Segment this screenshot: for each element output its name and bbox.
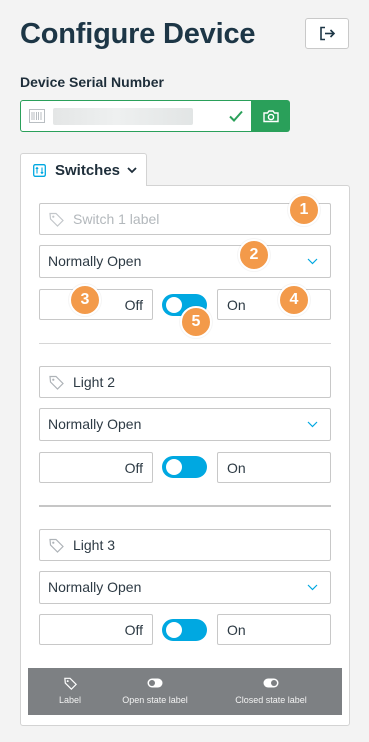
closed-state-input[interactable]: On [217,452,331,483]
legend-bar: Label Open state label Closed state labe… [28,668,342,715]
switch-label-value: Light 2 [73,374,116,390]
logout-icon [319,26,335,41]
legend-closed-state-text: Closed state label [235,695,307,705]
divider [39,343,331,344]
state-toggle[interactable] [162,456,207,478]
open-state-input[interactable]: Off [39,614,153,645]
switch-label-placeholder: Switch 1 label [73,211,160,227]
switch-mode-select[interactable]: Normally Open [39,571,331,604]
closed-state-value: On [227,460,246,476]
legend-item-closed-state: Closed state label [225,668,317,715]
legend-label-text: Label [58,695,82,705]
open-state-value: Off [124,622,143,638]
chevron-down-icon [307,584,318,591]
closed-state-value: On [227,622,246,638]
page-title: Configure Device [20,18,256,50]
logout-button[interactable] [305,18,349,49]
serial-number-value [53,108,193,125]
toggle-off-icon [147,678,163,688]
chevron-down-icon [307,258,318,265]
camera-icon [263,110,279,123]
barcode-icon [29,109,45,123]
open-state-input[interactable]: Off [39,452,153,483]
state-toggle[interactable] [162,619,207,641]
tag-icon [49,375,64,390]
legend-open-state-text: Open state label [122,695,188,705]
switch-label-input[interactable]: Light 3 [39,529,331,561]
closed-state-input[interactable]: On [217,289,331,320]
serial-number-label: Device Serial Number [20,74,164,90]
switch-mode-value: Normally Open [48,253,142,269]
switch-label-value: Light 3 [73,537,116,553]
chevron-down-icon [307,421,318,428]
annotation-marker-2: 2 [238,239,270,271]
switch-mode-select[interactable]: Normally Open [39,408,331,441]
closed-state-value: On [227,297,246,313]
serial-number-input[interactable] [20,100,252,132]
divider [39,505,331,507]
annotation-marker-5: 5 [180,306,212,338]
open-state-value: Off [124,297,143,313]
legend-item-label: Label [55,668,85,715]
chevron-down-icon [127,166,137,173]
tag-icon [49,538,64,553]
tag-icon [49,212,64,227]
switch-mode-value: Normally Open [48,579,142,595]
toggle-knob [166,297,182,313]
toggle-knob [166,459,182,475]
check-icon [229,110,243,122]
tab-switches-label: Switches [55,161,121,179]
legend-item-open-state: Open state label [110,668,200,715]
tag-icon [63,677,77,690]
annotation-marker-4: 4 [278,284,310,316]
annotation-marker-3: 3 [69,284,101,316]
toggle-knob [166,622,182,638]
scan-camera-button[interactable] [252,100,290,132]
tab-switches[interactable]: Switches [20,153,147,186]
toggle-on-icon [263,678,279,688]
switch-label-input[interactable]: Light 2 [39,366,331,398]
switch-mode-value: Normally Open [48,416,142,432]
switches-icon [33,163,46,177]
switch-mode-select[interactable]: Normally Open [39,245,331,278]
annotation-marker-1: 1 [288,194,320,226]
closed-state-input[interactable]: On [217,614,331,645]
open-state-value: Off [124,460,143,476]
